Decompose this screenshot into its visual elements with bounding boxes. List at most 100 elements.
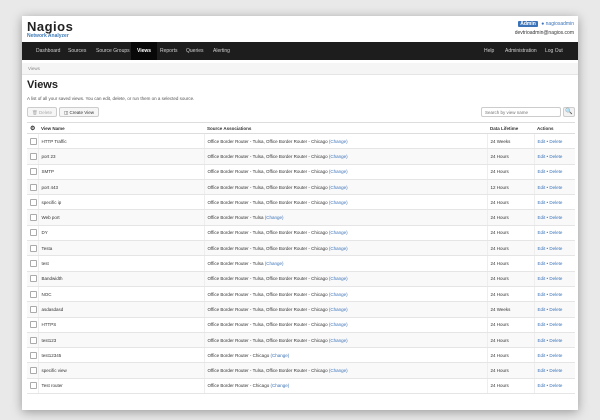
row-checkbox[interactable] (30, 245, 37, 252)
change-link[interactable]: (Change) (329, 368, 348, 373)
delete-link[interactable]: Delete (549, 307, 562, 312)
nav-reports[interactable]: Reports (160, 42, 178, 60)
change-link[interactable]: (Change) (329, 154, 348, 159)
delete-link[interactable]: Delete (549, 368, 562, 373)
delete-link[interactable]: Delete (549, 338, 562, 343)
change-link[interactable]: (Change) (329, 307, 348, 312)
row-checkbox[interactable] (30, 306, 37, 313)
row-checkbox[interactable] (30, 199, 37, 206)
username-link[interactable]: ● nagiosadmin (541, 21, 574, 27)
change-link[interactable]: (Change) (270, 383, 289, 388)
nav-alerting[interactable]: Alerting (213, 42, 230, 60)
row-checkbox[interactable] (30, 153, 37, 160)
delete-link[interactable]: Delete (549, 215, 562, 220)
row-checkbox[interactable] (30, 260, 37, 267)
row-checkbox[interactable] (30, 291, 37, 298)
nav-source-groups[interactable]: Source Groups (96, 42, 130, 60)
edit-link[interactable]: Edit (538, 139, 546, 144)
change-link[interactable]: (Change) (270, 353, 289, 358)
nav-views[interactable]: Views (131, 42, 157, 60)
change-link[interactable]: (Change) (329, 246, 348, 251)
delete-link[interactable]: Delete (549, 292, 562, 297)
source-list: Office Border Router - Tulsa, Office Bor… (208, 292, 328, 297)
row-select-cell (27, 363, 38, 378)
delete-link[interactable]: Delete (549, 261, 562, 266)
nav-administration[interactable]: Administration (505, 42, 537, 60)
change-link[interactable]: (Change) (265, 215, 284, 220)
edit-link[interactable]: Edit (538, 200, 546, 205)
edit-link[interactable]: Edit (538, 261, 546, 266)
change-link[interactable]: (Change) (329, 200, 348, 205)
change-link[interactable]: (Change) (329, 169, 348, 174)
col-data-lifetime: Data Lifetime (487, 123, 534, 134)
row-select-cell (27, 256, 38, 271)
search-input[interactable] (481, 107, 561, 117)
edit-link[interactable]: Edit (538, 322, 546, 327)
change-link[interactable]: (Change) (329, 139, 348, 144)
source-associations: Office Border Router - Tulsa, Office Bor… (204, 271, 487, 286)
edit-link[interactable]: Edit (538, 154, 546, 159)
row-checkbox[interactable] (30, 367, 37, 374)
change-link[interactable]: (Change) (329, 292, 348, 297)
nav-dashboard[interactable]: Dashboard (36, 42, 60, 60)
row-checkbox[interactable] (30, 184, 37, 191)
delete-link[interactable]: Delete (549, 322, 562, 327)
breadcrumb-views[interactable]: Views (28, 66, 40, 71)
delete-link[interactable]: Delete (549, 383, 562, 388)
change-link[interactable]: (Change) (265, 261, 284, 266)
action-separator: • (547, 139, 549, 144)
change-link[interactable]: (Change) (329, 322, 348, 327)
change-link[interactable]: (Change) (329, 185, 348, 190)
edit-link[interactable]: Edit (538, 185, 546, 190)
row-checkbox[interactable] (30, 382, 37, 389)
delete-link[interactable]: Delete (549, 154, 562, 159)
row-checkbox[interactable] (30, 275, 37, 282)
settings-column-header[interactable]: ⚙ (27, 123, 38, 134)
nav-queries[interactable]: Queries (186, 42, 204, 60)
delete-link[interactable]: Delete (549, 139, 562, 144)
logo[interactable]: Nagios Network Analyzer (27, 20, 73, 39)
edit-link[interactable]: Edit (538, 246, 546, 251)
row-checkbox[interactable] (30, 229, 37, 236)
view-name: HTTPS (38, 317, 204, 332)
col-actions: Actions (534, 123, 575, 134)
delete-link[interactable]: Delete (549, 353, 562, 358)
edit-link[interactable]: Edit (538, 230, 546, 235)
row-checkbox[interactable] (30, 337, 37, 344)
delete-link[interactable]: Delete (549, 169, 562, 174)
row-checkbox[interactable] (30, 168, 37, 175)
delete-link[interactable]: Delete (549, 246, 562, 251)
delete-link[interactable]: Delete (549, 185, 562, 190)
search-button[interactable]: 🔍 (563, 107, 575, 117)
row-actions: Edit • Delete (534, 134, 575, 149)
edit-link[interactable]: Edit (538, 292, 546, 297)
row-checkbox[interactable] (30, 352, 37, 359)
nav-sources[interactable]: Sources (68, 42, 86, 60)
create-view-button[interactable]: ◫ Create View (59, 107, 99, 117)
edit-link[interactable]: Edit (538, 368, 546, 373)
delete-link[interactable]: Delete (549, 200, 562, 205)
edit-link[interactable]: Edit (538, 353, 546, 358)
edit-link[interactable]: Edit (538, 383, 546, 388)
edit-link[interactable]: Edit (538, 307, 546, 312)
edit-link[interactable]: Edit (538, 276, 546, 281)
change-link[interactable]: (Change) (329, 276, 348, 281)
delete-button[interactable]: 🗑 Delete (27, 107, 57, 117)
row-checkbox[interactable] (30, 214, 37, 221)
source-list: Office Border Router - Tulsa, Office Bor… (208, 169, 328, 174)
change-link[interactable]: (Change) (329, 338, 348, 343)
edit-link[interactable]: Edit (538, 169, 546, 174)
nav-logout[interactable]: Log Out (545, 42, 563, 60)
delete-link[interactable]: Delete (549, 230, 562, 235)
source-associations: Office Border Router - Tulsa, Office Bor… (204, 241, 487, 256)
change-link[interactable]: (Change) (329, 230, 348, 235)
nav-help[interactable]: Help (484, 42, 494, 60)
delete-link[interactable]: Delete (549, 276, 562, 281)
source-associations: Office Border Router - Chicago (Change) (204, 378, 487, 393)
row-checkbox[interactable] (30, 138, 37, 145)
row-checkbox[interactable] (30, 321, 37, 328)
edit-link[interactable]: Edit (538, 338, 546, 343)
source-associations: Office Border Router - Tulsa (Change) (204, 210, 487, 225)
row-select-cell (27, 378, 38, 393)
edit-link[interactable]: Edit (538, 215, 546, 220)
